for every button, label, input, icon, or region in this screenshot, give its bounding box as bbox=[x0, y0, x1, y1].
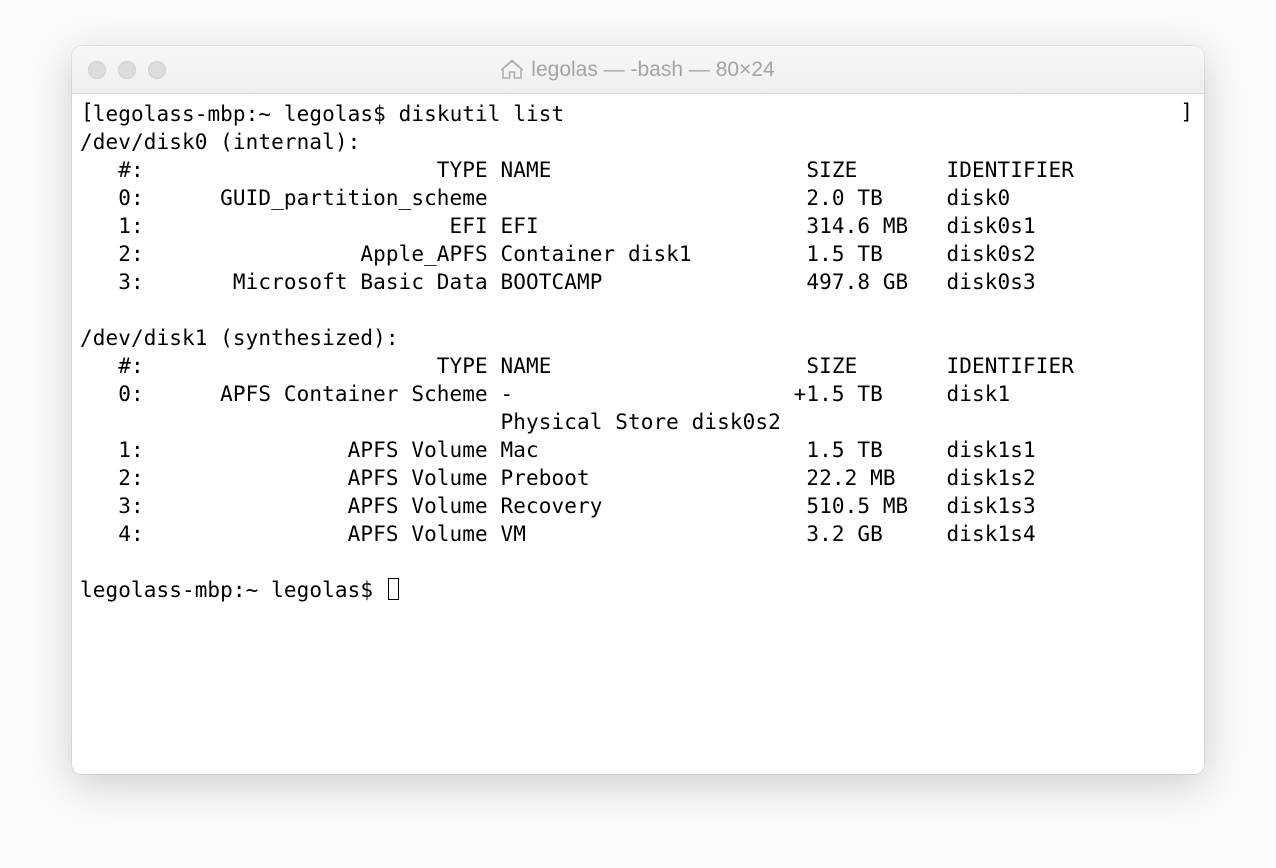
window-title-area: legolas — -bash — 80×24 bbox=[72, 58, 1204, 82]
terminal-window: legolas — -bash — 80×24 [ ] legolass-mbp… bbox=[72, 46, 1204, 774]
scroll-marker-left: [ bbox=[81, 100, 94, 124]
prompt-line-2: legolass-mbp:~ legolas$ bbox=[80, 578, 386, 602]
disk1-row: #: TYPE NAME SIZE IDENTIFIER bbox=[80, 354, 1074, 378]
minimize-button[interactable] bbox=[118, 61, 136, 79]
disk0-row: 3: Microsoft Basic Data BOOTCAMP 497.8 G… bbox=[80, 270, 1036, 294]
close-button[interactable] bbox=[88, 61, 106, 79]
command-text: diskutil list bbox=[399, 102, 565, 126]
terminal-output[interactable]: legolass-mbp:~ legolas$ diskutil list /d… bbox=[80, 100, 1196, 604]
cursor bbox=[388, 578, 399, 600]
home-icon bbox=[501, 59, 523, 80]
prompt-line-1: legolass-mbp:~ legolas$ bbox=[93, 102, 399, 126]
traffic-lights bbox=[72, 61, 166, 79]
disk1-row: 0: APFS Container Scheme - +1.5 TB disk1 bbox=[80, 382, 1010, 406]
titlebar[interactable]: legolas — -bash — 80×24 bbox=[72, 46, 1204, 94]
disk0-row: 1: EFI EFI 314.6 MB disk0s1 bbox=[80, 214, 1036, 238]
scroll-marker-right: ] bbox=[1180, 100, 1193, 124]
disk1-row: 2: APFS Volume Preboot 22.2 MB disk1s2 bbox=[80, 466, 1036, 490]
window-title: legolas — -bash — 80×24 bbox=[531, 58, 774, 82]
disk0-row: 0: GUID_partition_scheme 2.0 TB disk0 bbox=[80, 186, 1010, 210]
disk1-row: 4: APFS Volume VM 3.2 GB disk1s4 bbox=[80, 522, 1036, 546]
disk0-header: /dev/disk0 (internal): bbox=[80, 130, 360, 154]
disk1-header: /dev/disk1 (synthesized): bbox=[80, 326, 399, 350]
column-header: #: TYPE NAME SIZE IDENTIFIER bbox=[80, 158, 1074, 182]
disk1-row: 1: APFS Volume Mac 1.5 TB disk1s1 bbox=[80, 438, 1036, 462]
zoom-button[interactable] bbox=[148, 61, 166, 79]
disk1-row: 3: APFS Volume Recovery 510.5 MB disk1s3 bbox=[80, 494, 1036, 518]
disk0-row: 2: Apple_APFS Container disk1 1.5 TB dis… bbox=[80, 242, 1036, 266]
disk1-row: Physical Store disk0s2 bbox=[80, 410, 781, 434]
terminal-content[interactable]: [ ] legolass-mbp:~ legolas$ diskutil lis… bbox=[72, 94, 1204, 774]
